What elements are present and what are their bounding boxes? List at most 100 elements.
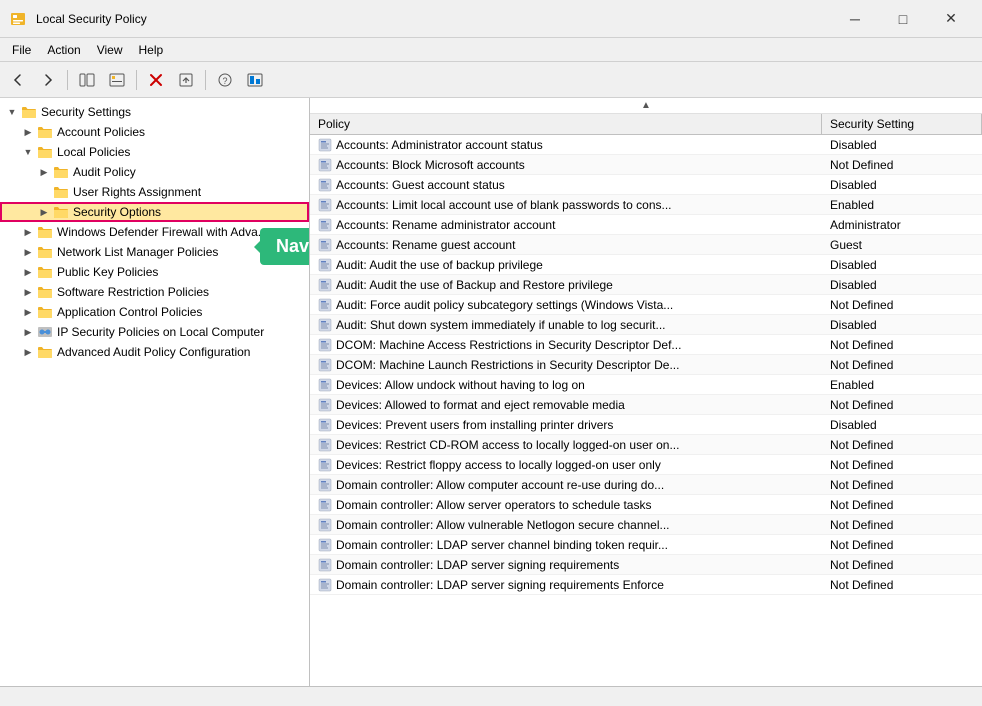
setting-cell: Guest [822,238,982,252]
expand-local[interactable]: ▼ [20,144,36,160]
list-row[interactable]: Accounts: Administrator account status Di… [310,135,982,155]
list-row[interactable]: Domain controller: LDAP server signing r… [310,555,982,575]
tree-item-advanced-audit[interactable]: ▶ Advanced Audit Policy Configuration [0,342,309,362]
folder-icon-software [36,284,54,300]
tree-item-ip-security[interactable]: ▶ IP Security Policies on Local Computer [0,322,309,342]
expand-app-control[interactable]: ▶ [20,304,36,320]
tree-label-account: Account Policies [57,125,145,139]
list-row[interactable]: Accounts: Rename guest accountGuest [310,235,982,255]
list-row[interactable]: Domain controller: LDAP server signing r… [310,575,982,595]
folder-icon-defender [36,224,54,240]
close-button[interactable]: ✕ [928,3,974,35]
properties-button[interactable] [103,66,131,94]
policy-text: Domain controller: LDAP server signing r… [336,578,664,592]
list-row[interactable]: Devices: Prevent users from installing p… [310,415,982,435]
app-icon [8,9,28,29]
help-button[interactable]: ? [211,66,239,94]
list-row[interactable]: Accounts: Block Microsoft accountsNot De… [310,155,982,175]
list-row[interactable]: Domain controller: Allow computer accoun… [310,475,982,495]
list-row[interactable]: Audit: Audit the use of backup privilege… [310,255,982,275]
policy-cell: DCOM: Machine Launch Restrictions in Sec… [310,358,822,372]
policy-cell: Devices: Prevent users from installing p… [310,418,822,432]
tree-item-local-policies[interactable]: ▼ Local Policies [0,142,309,162]
setting-cell: Disabled [822,418,982,432]
mmc-button[interactable] [241,66,269,94]
toolbar: ? [0,62,982,98]
policy-text: Audit: Shut down system immediately if u… [336,318,666,332]
list-row[interactable]: Domain controller: Allow server operator… [310,495,982,515]
expand-public-key[interactable]: ▶ [20,264,36,280]
list-row[interactable]: Devices: Restrict CD-ROM access to local… [310,435,982,455]
window-controls: ─ □ ✕ [832,3,974,35]
policy-text: Domain controller: Allow vulnerable Netl… [336,518,670,532]
delete-button[interactable] [142,66,170,94]
expand-root[interactable]: ▼ [4,104,20,120]
list-row[interactable]: Accounts: Guest account statusDisabled [310,175,982,195]
tree-pane[interactable]: ▼ Security Settings ▶ Account Policies [0,98,310,686]
annotation-tooltip: Navigate to this directory [260,228,310,265]
expand-security-options[interactable]: ▶ [36,204,52,220]
tree-item-root[interactable]: ▼ Security Settings [0,102,309,122]
tree-item-account-policies[interactable]: ▶ Account Policies [0,122,309,142]
policy-cell: Domain controller: LDAP server signing r… [310,558,822,572]
expand-advanced-audit[interactable]: ▶ [20,344,36,360]
folder-icon-security-options [52,204,70,220]
tree-label-defender: Windows Defender Firewall with Adva... [57,225,268,239]
setting-cell: Disabled [822,278,982,292]
policy-cell: Accounts: Rename guest account [310,238,822,252]
list-row[interactable]: DCOM: Machine Access Restrictions in Sec… [310,335,982,355]
tree-item-user-rights[interactable]: ▶ User Rights Assignment [0,182,309,202]
menu-bar: File Action View Help [0,38,982,62]
list-row[interactable]: Accounts: Limit local account use of bla… [310,195,982,215]
setting-cell: Not Defined [822,518,982,532]
setting-cell: Disabled [822,178,982,192]
tree-item-audit-policy[interactable]: ▶ Audit Policy [0,162,309,182]
list-row[interactable]: Devices: Restrict floppy access to local… [310,455,982,475]
expand-network[interactable]: ▶ [20,244,36,260]
setting-cell: Enabled [822,378,982,392]
header-setting[interactable]: Security Setting [822,114,982,134]
policy-cell: Devices: Allow undock without having to … [310,378,822,392]
setting-cell: Disabled [822,138,982,152]
expand-software[interactable]: ▶ [20,284,36,300]
menu-file[interactable]: File [4,41,39,59]
folder-icon-account [36,124,54,140]
expand-account[interactable]: ▶ [20,124,36,140]
list-row[interactable]: Audit: Force audit policy subcategory se… [310,295,982,315]
expand-defender[interactable]: ▶ [20,224,36,240]
minimize-button[interactable]: ─ [832,3,878,35]
list-row[interactable]: Devices: Allowed to format and eject rem… [310,395,982,415]
expand-audit[interactable]: ▶ [36,164,52,180]
list-row[interactable]: DCOM: Machine Launch Restrictions in Sec… [310,355,982,375]
list-row[interactable]: Domain controller: Allow vulnerable Netl… [310,515,982,535]
list-row[interactable]: Domain controller: LDAP server channel b… [310,535,982,555]
setting-cell: Not Defined [822,458,982,472]
policy-text: Accounts: Limit local account use of bla… [336,198,672,212]
policy-cell: DCOM: Machine Access Restrictions in Sec… [310,338,822,352]
folder-icon-root [20,104,38,120]
back-button[interactable] [4,66,32,94]
show-hide-button[interactable] [73,66,101,94]
forward-button[interactable] [34,66,62,94]
policy-text: Accounts: Administrator account status [336,138,543,152]
list-pane[interactable]: ▲ Policy Security Setting Accounts: Admi… [310,98,982,686]
maximize-button[interactable]: □ [880,3,926,35]
expand-ip[interactable]: ▶ [20,324,36,340]
tree-item-public-key[interactable]: ▶ Public Key Policies [0,262,309,282]
export-button[interactable] [172,66,200,94]
setting-cell: Enabled [822,198,982,212]
list-row[interactable]: Accounts: Rename administrator accountAd… [310,215,982,235]
tree-item-security-options[interactable]: ▶ Security Options [0,202,309,222]
setting-cell: Not Defined [822,558,982,572]
list-row[interactable]: Devices: Allow undock without having to … [310,375,982,395]
header-policy[interactable]: Policy [310,114,822,134]
tree-item-app-control[interactable]: ▶ Application Control Policies [0,302,309,322]
tree-label-app-control: Application Control Policies [57,305,202,319]
menu-help[interactable]: Help [131,41,172,59]
list-row[interactable]: Audit: Shut down system immediately if u… [310,315,982,335]
title-bar: Local Security Policy ─ □ ✕ [0,0,982,38]
list-row[interactable]: Audit: Audit the use of Backup and Resto… [310,275,982,295]
menu-view[interactable]: View [89,41,131,59]
menu-action[interactable]: Action [39,41,88,59]
tree-item-software-restriction[interactable]: ▶ Software Restriction Policies [0,282,309,302]
